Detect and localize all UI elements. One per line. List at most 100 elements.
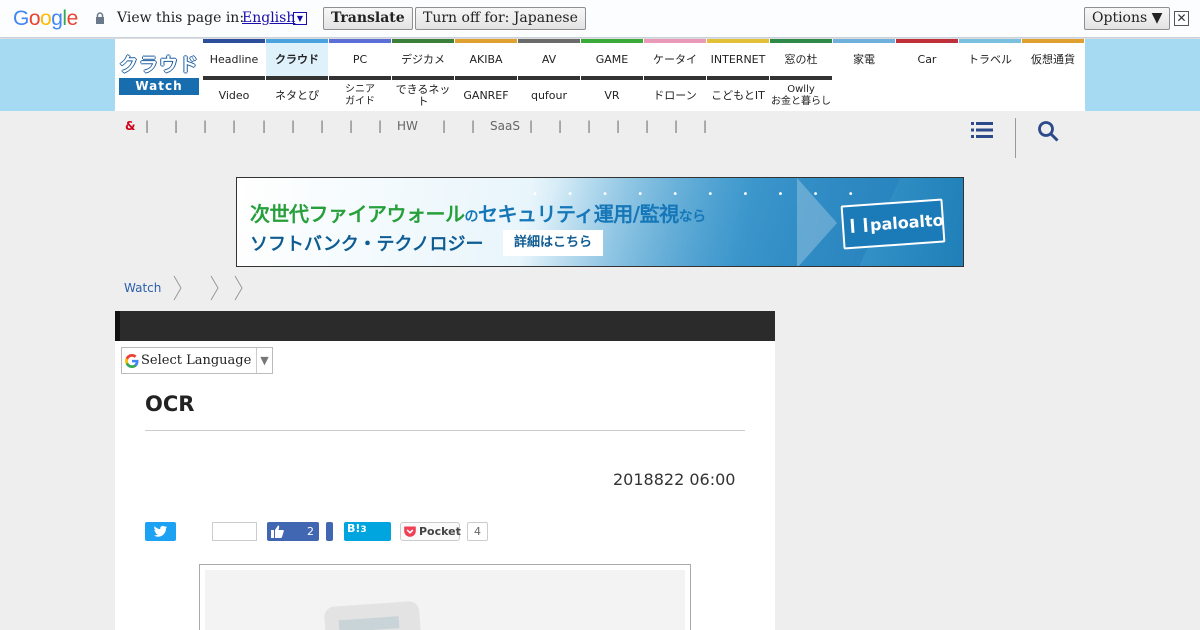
header-divider	[1015, 118, 1016, 158]
nav-item[interactable]: GANREF	[455, 76, 517, 111]
search-icon[interactable]	[1037, 120, 1059, 142]
article-image-frame[interactable]	[199, 564, 691, 630]
subnav-separator: |	[587, 119, 592, 133]
subnav-separator: |	[203, 119, 208, 133]
pocket-button[interactable]: Pocket	[400, 522, 461, 541]
title-divider	[145, 430, 745, 431]
translate-bar: Google View this page in: English ▼ Tran…	[0, 0, 1200, 38]
breadcrumb-chevron-icon	[173, 275, 182, 301]
article-date: 2018822 06:00	[613, 470, 736, 489]
subnav-separator: |	[349, 119, 354, 133]
twitter-icon	[153, 525, 168, 537]
nav-item-label: GAME	[595, 52, 629, 66]
device-photo	[323, 600, 422, 630]
subnav-item-saas[interactable]: SaaS	[490, 119, 520, 133]
article-header-bar	[115, 311, 775, 341]
nav-item-label: GANREF	[463, 88, 509, 102]
nav-item[interactable]: こどもとIT	[707, 76, 769, 111]
logo-bottom-text: Watch	[119, 78, 199, 95]
nav-item-label: Owlly お金と暮らし	[771, 83, 831, 107]
language-dropdown-icon[interactable]: ▼	[293, 12, 307, 25]
twitter-share-button[interactable]	[145, 522, 176, 541]
subnav-separator: |	[558, 119, 563, 133]
nav-item[interactable]: Video	[203, 76, 265, 111]
facebook-like-button[interactable]: 2	[267, 522, 319, 541]
breadcrumb-item-watch[interactable]: Watch	[124, 281, 161, 295]
nav-item[interactable]: 家電	[833, 39, 895, 76]
subnav-separator: |	[320, 119, 325, 133]
subnav-separator: |	[645, 119, 650, 133]
subnav-amp[interactable]: &	[125, 119, 135, 133]
hatena-bookmark-button[interactable]: B!3	[344, 522, 391, 541]
nav-item[interactable]: ドローン	[644, 76, 706, 111]
close-icon[interactable]: ✕	[1174, 11, 1189, 26]
like-count: 2	[307, 525, 314, 538]
article: Select Language ▼ OCR 2018822 06:00 2 B!…	[115, 311, 775, 630]
subnav-separator: |	[442, 119, 447, 133]
language-select[interactable]: Select Language ▼	[121, 347, 273, 374]
thumbs-up-icon	[271, 525, 284, 538]
language-link[interactable]: English	[242, 10, 295, 26]
subnav-separator: |	[674, 119, 679, 133]
ad-banner[interactable]: • • • • • • • • • • 次世代ファイアウォールのセキュリティ運用…	[236, 177, 964, 267]
nav-item[interactable]: VR	[581, 76, 643, 111]
banner-detail-button[interactable]: 詳細はこちら	[503, 230, 603, 256]
breadcrumb-chevron-icon	[234, 275, 243, 301]
nav-item-label: Car	[917, 52, 937, 66]
nav-item-label: 家電	[853, 52, 875, 66]
hatena-count: 3	[360, 525, 367, 535]
nav-item[interactable]: GAME	[581, 39, 643, 76]
translate-button[interactable]: Translate	[323, 7, 413, 30]
paloalto-logo: paloalto	[840, 198, 946, 250]
nav-item[interactable]: qufour	[518, 76, 580, 111]
subnav-separator: |	[529, 119, 534, 133]
nav-item-label: INTERNET	[710, 52, 766, 66]
article-title: OCR	[145, 392, 195, 416]
nav-item[interactable]: Car	[896, 39, 958, 76]
options-button[interactable]: Options ▼	[1084, 7, 1171, 30]
nav-item-label: こどもとIT	[711, 88, 765, 102]
article-image	[205, 570, 685, 630]
nav-item[interactable]: ケータイ	[644, 39, 706, 76]
nav-item-label: PC	[352, 52, 368, 66]
pocket-count: 4	[467, 522, 488, 541]
nav-item[interactable]: クラウド	[266, 39, 328, 76]
nav-item[interactable]: 窓の杜	[770, 39, 832, 76]
nav-item[interactable]: INTERNET	[707, 39, 769, 76]
subnav-separator: |	[232, 119, 237, 133]
nav-item[interactable]: デジカメ	[392, 39, 454, 76]
subnav-separator: |	[616, 119, 621, 133]
turn-off-button[interactable]: Turn off for: Japanese	[415, 7, 586, 30]
subnav-separator: |	[471, 119, 476, 133]
nav-item-label: クラウド	[275, 52, 319, 66]
nav-item[interactable]: PC	[329, 39, 391, 76]
header-inner: クラウド Watch Headline クラウド PC デジカメ AKIBA AV GAME…	[115, 39, 1085, 111]
nav-item[interactable]: AKIBA	[455, 39, 517, 76]
site-header: クラウド Watch Headline クラウド PC デジカメ AKIBA AV GAME…	[0, 39, 1200, 111]
subnav-separator: |	[703, 119, 708, 133]
nav-item-label: できるネット	[395, 82, 451, 108]
nav-item-label: qufour	[530, 88, 568, 102]
nav-item[interactable]: 仮想通貨	[1022, 39, 1084, 76]
view-page-label: View this page in:	[117, 10, 245, 26]
nav-item-label: ケータイ	[653, 52, 697, 66]
nav-item[interactable]: シニア ガイド	[329, 76, 391, 111]
nav-item[interactable]: できるネット	[392, 76, 454, 111]
nav-item[interactable]: トラベル	[959, 39, 1021, 76]
site-logo[interactable]: クラウド Watch	[119, 52, 199, 97]
nav-item-label: シニア ガイド	[345, 83, 375, 107]
nav-item[interactable]: Headline	[203, 39, 265, 76]
nav-item[interactable]: AV	[518, 39, 580, 76]
nav-item[interactable]: ネタとぴ	[266, 76, 328, 111]
device-screen	[338, 616, 400, 630]
subnav-item-hw[interactable]: HW	[397, 119, 418, 133]
breadcrumb-chevron-icon	[210, 275, 219, 301]
menu-icon[interactable]	[971, 121, 993, 139]
nav-item[interactable]: Owlly お金と暮らし	[770, 76, 832, 111]
nav-item-label: AKIBA	[469, 52, 503, 66]
subnav-separator: |	[145, 119, 150, 133]
banner-subline: ソフトバンク・テクノロジー	[250, 234, 484, 255]
nav-item-label: 仮想通貨	[1031, 52, 1075, 66]
pocket-icon	[404, 526, 416, 537]
nav-item-label: Video	[218, 88, 250, 102]
